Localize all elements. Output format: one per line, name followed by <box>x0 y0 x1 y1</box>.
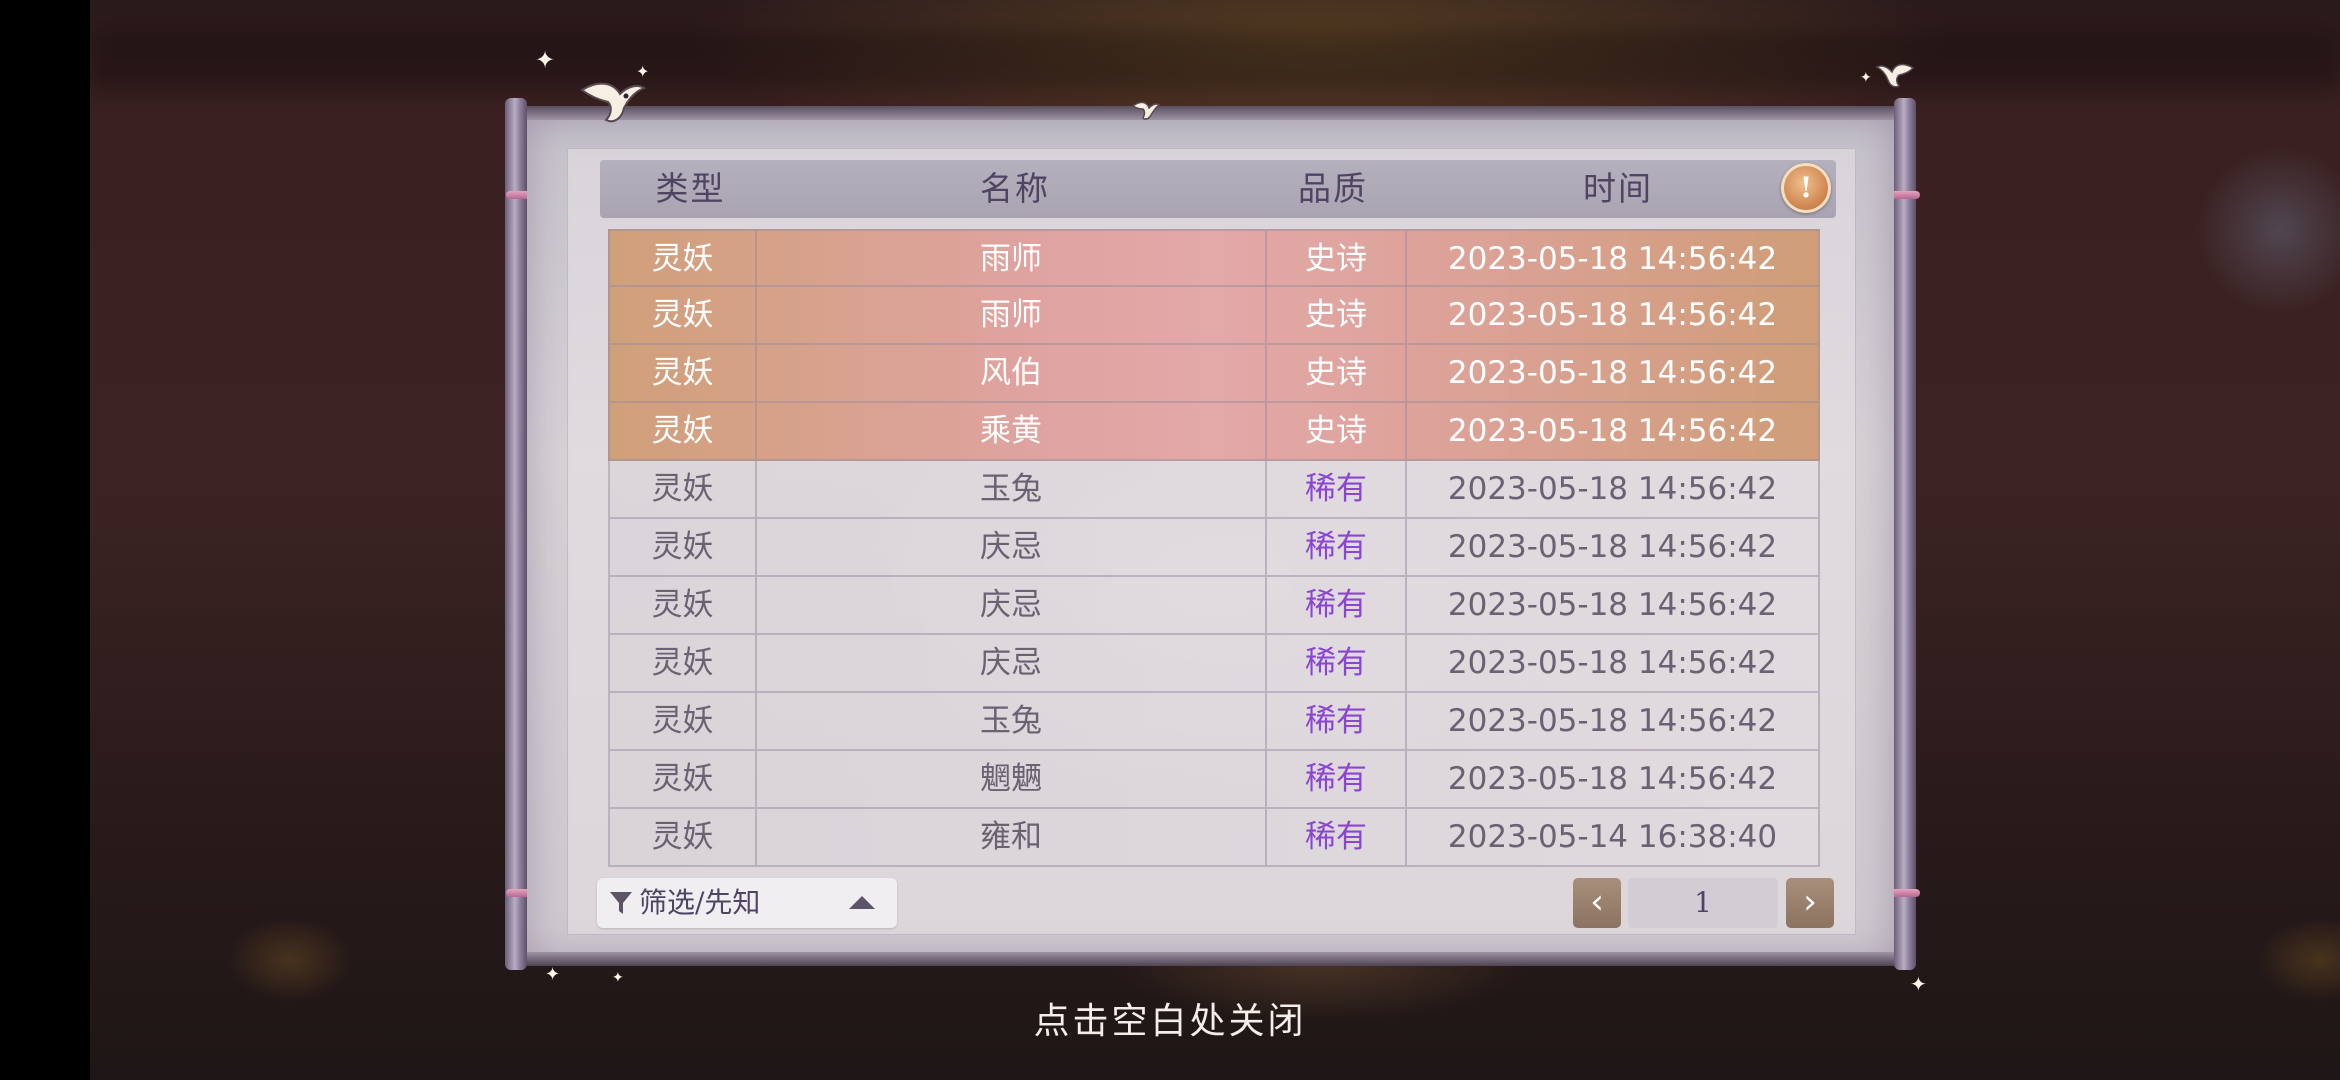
cell-time: 2023-05-18 14:56:42 <box>1405 231 1818 287</box>
table-row: 灵妖 雨师 史诗 2023-05-18 14:56:42 <box>608 287 1820 345</box>
cell-time: 2023-05-18 14:56:42 <box>1405 577 1818 633</box>
scroll-rod-left <box>505 98 527 970</box>
cell-quality: 史诗 <box>1265 287 1405 343</box>
cell-type: 灵妖 <box>651 241 714 277</box>
background-top-bar <box>90 30 2340 90</box>
cell-type: 灵妖 <box>651 297 714 333</box>
scroll-paper-top-edge <box>527 106 1894 120</box>
cell-name: 庆忌 <box>755 519 1265 575</box>
cell-time: 2023-05-18 14:56:42 <box>1405 287 1818 343</box>
cell-quality: 稀有 <box>1265 635 1405 691</box>
cell-name: 雨师 <box>755 231 1265 287</box>
cell-name: 雍和 <box>755 809 1265 865</box>
page-number: 1 <box>1628 878 1778 928</box>
column-header-quality: 品质 <box>1298 169 1368 208</box>
chevron-left-icon: ‹ <box>1590 882 1604 922</box>
filter-icon <box>610 892 632 914</box>
table-row: 灵妖 庆忌 稀有 2023-05-18 14:56:42 <box>608 519 1820 577</box>
cell-quality: 史诗 <box>1265 345 1405 401</box>
cell-name: 魍魉 <box>755 751 1265 807</box>
table-row: 灵妖 风伯 史诗 2023-05-18 14:56:42 <box>608 345 1820 403</box>
table-row: 灵妖 雨师 史诗 2023-05-18 14:56:42 <box>608 229 1820 287</box>
cell-time: 2023-05-18 14:56:42 <box>1405 693 1818 749</box>
scroll-rod-right <box>1894 98 1916 970</box>
cell-name: 玉兔 <box>755 461 1265 517</box>
cell-type: 灵妖 <box>651 471 714 507</box>
cell-time: 2023-05-18 14:56:42 <box>1405 403 1818 459</box>
cell-quality: 稀有 <box>1265 519 1405 575</box>
cell-name: 乘黄 <box>755 403 1265 459</box>
filter-label: 筛选/先知 <box>639 886 761 919</box>
cell-time: 2023-05-18 14:56:42 <box>1405 635 1818 691</box>
cell-name: 玉兔 <box>755 693 1265 749</box>
info-button[interactable]: ! <box>1781 163 1831 213</box>
sparkle-icon: ✦ <box>1860 70 1872 86</box>
sparkle-icon: ✦ <box>535 46 556 74</box>
table-row: 灵妖 庆忌 稀有 2023-05-18 14:56:42 <box>608 577 1820 635</box>
sparkle-icon: ✦ <box>612 970 624 986</box>
records-table: 灵妖 雨师 史诗 2023-05-18 14:56:42 灵妖 雨师 史诗 2023-05-1… <box>608 229 1820 867</box>
column-header-name: 名称 <box>980 169 1050 208</box>
cell-quality: 史诗 <box>1265 403 1405 459</box>
swallow-bird-icon <box>1875 63 1915 88</box>
cell-type: 灵妖 <box>651 355 714 391</box>
next-page-button[interactable]: › <box>1786 878 1834 928</box>
cell-type: 灵妖 <box>651 819 714 855</box>
caret-up-icon <box>849 896 875 909</box>
cell-type: 灵妖 <box>651 645 714 681</box>
cell-time: 2023-05-14 16:38:40 <box>1405 809 1818 865</box>
cell-type: 灵妖 <box>651 413 714 449</box>
cell-time: 2023-05-18 14:56:42 <box>1405 461 1818 517</box>
table-row: 灵妖 庆忌 稀有 2023-05-18 14:56:42 <box>608 635 1820 693</box>
tap-to-close-hint: 点击空白处关闭 <box>1033 1001 1307 1042</box>
cell-type: 灵妖 <box>651 703 714 739</box>
cell-name: 庆忌 <box>755 577 1265 633</box>
cell-type: 灵妖 <box>651 761 714 797</box>
sparkle-icon: ✦ <box>636 62 650 81</box>
scroll-paper-bottom-edge <box>527 952 1894 966</box>
table-row: 灵妖 雍和 稀有 2023-05-14 16:38:40 <box>608 809 1820 867</box>
cell-time: 2023-05-18 14:56:42 <box>1405 751 1818 807</box>
cell-quality: 史诗 <box>1265 231 1405 287</box>
table-row: 灵妖 玉兔 稀有 2023-05-18 14:56:42 <box>608 461 1820 519</box>
cell-quality: 稀有 <box>1265 693 1405 749</box>
prev-page-button[interactable]: ‹ <box>1573 878 1621 928</box>
cell-name: 庆忌 <box>755 635 1265 691</box>
filter-button[interactable]: 筛选/先知 <box>597 878 897 928</box>
cell-name: 雨师 <box>755 287 1265 343</box>
cell-time: 2023-05-18 14:56:42 <box>1405 519 1818 575</box>
cell-quality: 稀有 <box>1265 461 1405 517</box>
cell-quality: 稀有 <box>1265 577 1405 633</box>
cell-time: 2023-05-18 14:56:42 <box>1405 345 1818 401</box>
cell-type: 灵妖 <box>651 587 714 623</box>
chevron-right-icon: › <box>1803 882 1817 922</box>
table-row: 灵妖 魍魉 稀有 2023-05-18 14:56:42 <box>608 751 1820 809</box>
cell-quality: 稀有 <box>1265 809 1405 865</box>
table-row: 灵妖 玉兔 稀有 2023-05-18 14:56:42 <box>608 693 1820 751</box>
swallow-bird-icon <box>1131 101 1161 120</box>
exclamation-icon: ! <box>1799 171 1813 204</box>
table-row: 灵妖 乘黄 史诗 2023-05-18 14:56:42 <box>608 403 1820 461</box>
cell-name: 风伯 <box>755 345 1265 401</box>
cell-type: 灵妖 <box>651 529 714 565</box>
column-header-time: 时间 <box>1583 169 1653 208</box>
cell-quality: 稀有 <box>1265 751 1405 807</box>
column-header-type: 类型 <box>655 169 726 208</box>
sparkle-icon: ✦ <box>545 964 561 985</box>
